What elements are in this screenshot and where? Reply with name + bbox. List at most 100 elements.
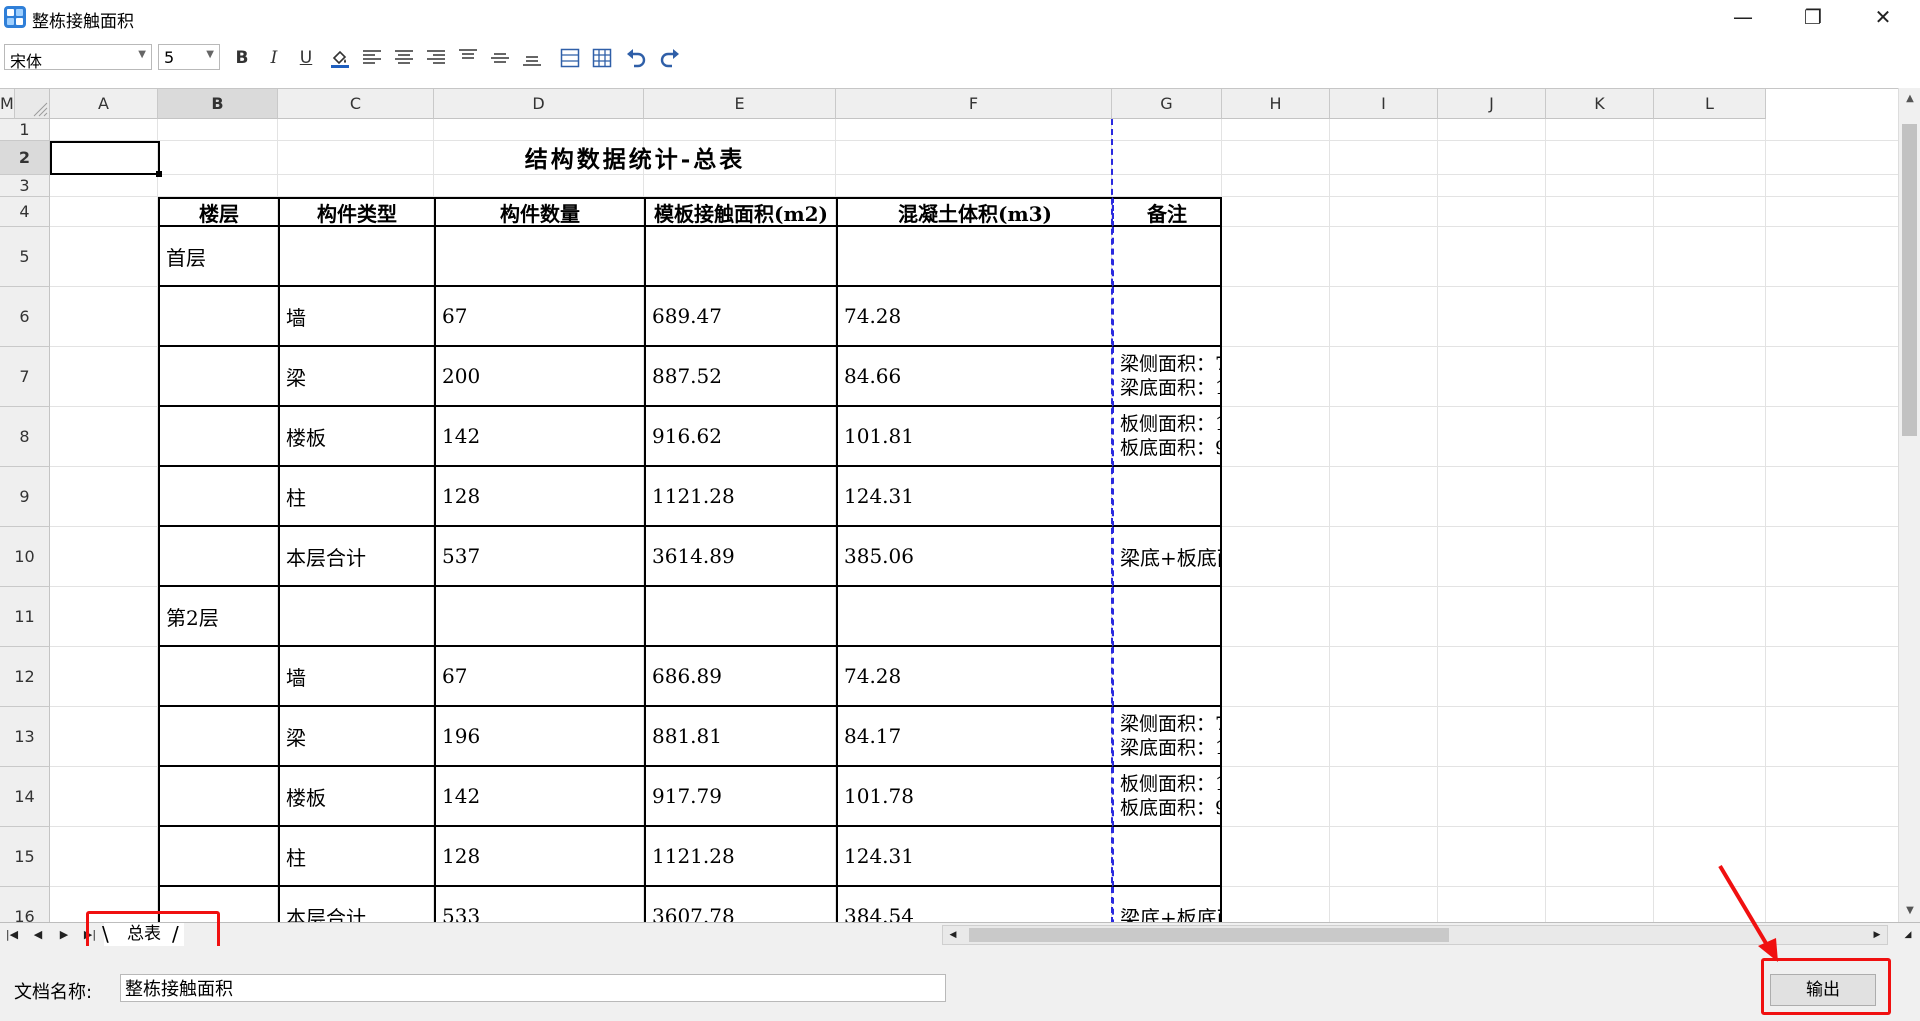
table-cell-floor[interactable]: 首层 <box>158 227 278 287</box>
table-cell-floor[interactable] <box>158 407 278 467</box>
table-cell-area[interactable]: 881.81 <box>644 707 836 767</box>
table-cell-type[interactable]: 梁 <box>278 707 434 767</box>
table-cell-volume[interactable]: 84.66 <box>836 347 1112 407</box>
table-cell-note[interactable] <box>1112 587 1222 647</box>
table-cell-floor[interactable] <box>158 527 278 587</box>
restore-icon[interactable]: ❐ <box>1778 0 1848 34</box>
table-cell-note[interactable] <box>1112 827 1222 887</box>
table-cell-volume[interactable]: 74.28 <box>836 287 1112 347</box>
table-cell-type[interactable]: 楼板 <box>278 407 434 467</box>
table-cell-count[interactable]: 200 <box>434 347 644 407</box>
table-cell-floor[interactable] <box>158 347 278 407</box>
scroll-down-icon[interactable]: ▼ <box>1899 900 1920 922</box>
row-header-15[interactable]: 15 <box>0 827 50 887</box>
column-header-j[interactable]: J <box>1438 89 1546 119</box>
table-cell-area[interactable]: 887.52 <box>644 347 836 407</box>
table-cell-note[interactable]: 梁侧面积：732.31梁底面积：149.50 <box>1112 707 1222 767</box>
table-cell-note[interactable]: 梁侧面积：736.95梁底面积：150.57 <box>1112 347 1222 407</box>
row-header-9[interactable]: 9 <box>0 467 50 527</box>
table-cell-area[interactable]: 689.47 <box>644 287 836 347</box>
scroll-up-icon[interactable]: ▲ <box>1899 88 1920 110</box>
column-header-m[interactable]: M <box>0 89 15 119</box>
table-cell-area[interactable]: 917.79 <box>644 767 836 827</box>
table-cell-note[interactable] <box>1112 647 1222 707</box>
table-header-note[interactable]: 备注 <box>1112 197 1222 227</box>
align-middle-icon[interactable] <box>486 44 514 72</box>
table-cell-area[interactable]: 3614.89 <box>644 527 836 587</box>
column-header-b[interactable]: B <box>158 89 278 119</box>
table-cell-volume[interactable]: 101.78 <box>836 767 1112 827</box>
first-sheet-icon[interactable]: |◀ <box>2 925 22 945</box>
table-cell-note[interactable]: 板侧面积：13.35板底面积：904.44 <box>1112 767 1222 827</box>
align-top-icon[interactable] <box>454 44 482 72</box>
next-sheet-icon[interactable]: ▶ <box>54 925 74 945</box>
table-cell-type[interactable]: 墙 <box>278 287 434 347</box>
row-header-2[interactable]: 2 <box>0 141 50 175</box>
row-header-11[interactable]: 11 <box>0 587 50 647</box>
table-cell-count[interactable]: 142 <box>434 407 644 467</box>
row-header-7[interactable]: 7 <box>0 347 50 407</box>
column-header-i[interactable]: I <box>1330 89 1438 119</box>
italic-button[interactable]: I <box>260 44 288 72</box>
row-header-6[interactable]: 6 <box>0 287 50 347</box>
table-cell-area[interactable] <box>644 227 836 287</box>
bold-button[interactable]: B <box>228 44 256 72</box>
align-center-icon[interactable] <box>390 44 418 72</box>
row-header-4[interactable]: 4 <box>0 197 50 227</box>
table-cell-type[interactable]: 梁 <box>278 347 434 407</box>
table-cell-area[interactable]: 916.62 <box>644 407 836 467</box>
table-cell-area[interactable] <box>644 587 836 647</box>
table-cell-area[interactable]: 1121.28 <box>644 467 836 527</box>
align-bottom-icon[interactable] <box>518 44 546 72</box>
table-cell-count[interactable]: 67 <box>434 287 644 347</box>
document-name-input[interactable] <box>120 974 946 1002</box>
table-cell-volume[interactable] <box>836 227 1112 287</box>
column-header-l[interactable]: L <box>1654 89 1766 119</box>
table-cell-note[interactable] <box>1112 227 1222 287</box>
table-cell-note[interactable]: 梁底+板底面积：1053.95 <box>1112 887 1222 923</box>
table-cell-count[interactable]: 537 <box>434 527 644 587</box>
fill-color-icon[interactable] <box>326 44 354 72</box>
table-cell-area[interactable]: 3607.78 <box>644 887 836 923</box>
merge-cells-icon[interactable] <box>556 44 584 72</box>
scroll-right-icon[interactable]: ▶ <box>1867 925 1887 945</box>
table-cell-volume[interactable]: 384.54 <box>836 887 1112 923</box>
table-cell-count[interactable]: 67 <box>434 647 644 707</box>
font-name-select[interactable]: 宋体 ▼ <box>4 44 152 71</box>
row-header-3[interactable]: 3 <box>0 175 50 197</box>
table-cell-type[interactable]: 墙 <box>278 647 434 707</box>
table-header-floor[interactable]: 楼层 <box>158 197 278 227</box>
table-cell-floor[interactable] <box>158 647 278 707</box>
fill-handle[interactable] <box>156 171 162 177</box>
table-cell-count[interactable]: 128 <box>434 827 644 887</box>
column-header-h[interactable]: H <box>1222 89 1330 119</box>
table-cell-volume[interactable]: 101.81 <box>836 407 1112 467</box>
table-cell-floor[interactable] <box>158 767 278 827</box>
row-header-10[interactable]: 10 <box>0 527 50 587</box>
table-header-formwork-area[interactable]: 模板接触面积(m2) <box>644 197 836 227</box>
row-header-12[interactable]: 12 <box>0 647 50 707</box>
column-header-g[interactable]: G <box>1112 89 1222 119</box>
table-cell-note[interactable] <box>1112 287 1222 347</box>
table-cell-volume[interactable]: 84.17 <box>836 707 1112 767</box>
spreadsheet-grid[interactable]: ABCDEFGHIJKLM 1 2 3 4 5 6 7 8 9 10 11 12 13 14 15 16 结构… <box>0 88 1898 923</box>
table-cell-floor[interactable] <box>158 827 278 887</box>
column-header-a[interactable]: A <box>50 89 158 119</box>
align-right-icon[interactable] <box>422 44 450 72</box>
font-size-select[interactable]: 5 ▼ <box>158 44 220 70</box>
table-header-concrete-volume[interactable]: 混凝土体积(m3) <box>836 197 1112 227</box>
table-cell-volume[interactable]: 385.06 <box>836 527 1112 587</box>
row-header-8[interactable]: 8 <box>0 407 50 467</box>
table-cell-note[interactable]: 板侧面积：12.17板底面积：904.45 <box>1112 407 1222 467</box>
table-header-component-count[interactable]: 构件数量 <box>434 197 644 227</box>
vertical-scrollbar[interactable]: ▲ ▼ <box>1898 88 1920 922</box>
table-cell-type[interactable]: 柱 <box>278 827 434 887</box>
selected-cell[interactable] <box>50 141 160 175</box>
row-header-1[interactable]: 1 <box>0 119 50 141</box>
column-header-k[interactable]: K <box>1546 89 1654 119</box>
close-icon[interactable]: ✕ <box>1848 0 1918 34</box>
column-header-e[interactable]: E <box>644 89 836 119</box>
undo-icon[interactable] <box>622 44 650 72</box>
row-header-13[interactable]: 13 <box>0 707 50 767</box>
table-cell-floor[interactable] <box>158 707 278 767</box>
